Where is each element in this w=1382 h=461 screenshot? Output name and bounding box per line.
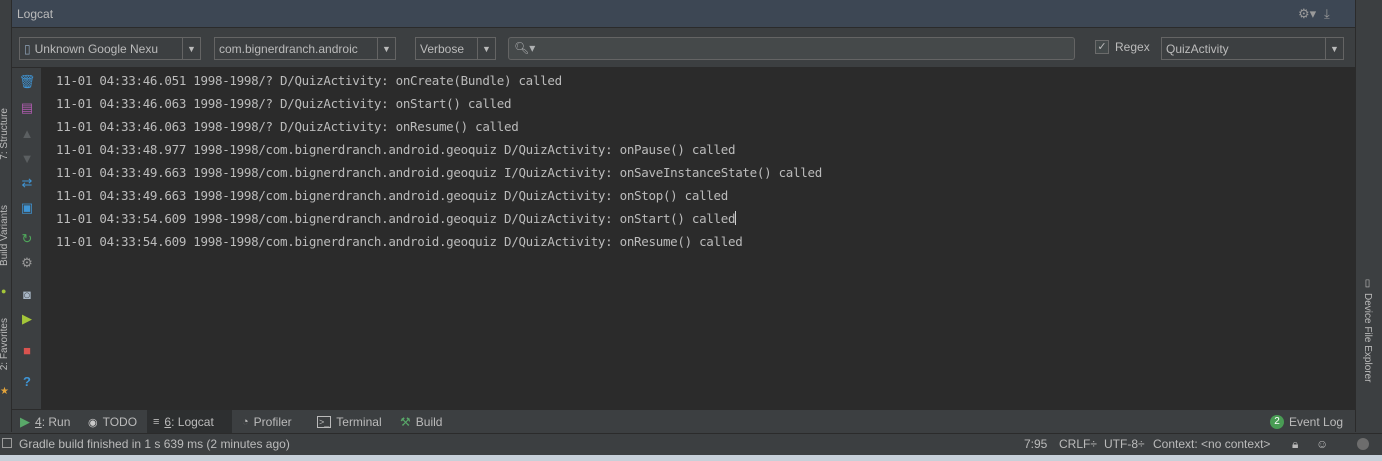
- star-icon: ★: [0, 386, 9, 397]
- device-file-explorer-label: Device File Explorer: [1362, 293, 1373, 383]
- chevron-down-icon: ▼: [377, 38, 395, 59]
- up-arrow-icon[interactable]: ▲: [18, 124, 36, 142]
- inspector-icon[interactable]: ☺: [1316, 437, 1328, 451]
- tab-run-label: 4: Run: [35, 415, 71, 429]
- filter-dropdown-value: QuizActivity: [1166, 41, 1229, 56]
- favorites-tab[interactable]: 2: Favorites: [0, 318, 10, 370]
- tab-todo-label: TODO: [102, 415, 138, 429]
- process-dropdown-value: com.bignerdranch.androic: [219, 41, 358, 56]
- logcat-toolbar: ▯ Unknown Google Nexu ▼ com.bignerdranch…: [12, 28, 1355, 68]
- log-line: 11-01 04:33:49.663 1998-1998/com.bignerd…: [56, 165, 822, 180]
- tab-event-log[interactable]: 2 Event Log: [1264, 410, 1349, 434]
- regex-toggle[interactable]: ✓ Regex: [1095, 40, 1150, 54]
- print-icon[interactable]: ▣: [18, 199, 36, 217]
- device-dropdown[interactable]: ▯ Unknown Google Nexu ▼: [19, 37, 201, 60]
- status-message[interactable]: Gradle build finished in 1 s 639 ms (2 m…: [19, 437, 290, 451]
- help-icon[interactable]: ?: [18, 372, 36, 390]
- tab-build-label: Build: [415, 415, 443, 429]
- android-icon: ●: [1, 286, 7, 296]
- logcat-header: Logcat ⚙▾ ⤓: [12, 0, 1355, 28]
- logcat-icon: ≡: [153, 416, 160, 428]
- terminal-icon: >_: [317, 416, 332, 428]
- search-icon: 🔍︎▾: [514, 41, 536, 55]
- stop-icon[interactable]: ■: [18, 341, 36, 359]
- chevron-down-icon: ▼: [182, 38, 200, 59]
- soft-wrap-icon[interactable]: ▤: [18, 99, 36, 117]
- camera-icon[interactable]: ◙: [18, 285, 36, 303]
- tab-build[interactable]: ⚒ Build: [394, 410, 448, 434]
- left-tool-strip: 7: Structure Build Variants ● 2: Favorit…: [0, 0, 12, 432]
- log-level-dropdown[interactable]: Verbose ▼: [415, 37, 496, 60]
- device-file-icon: ▯: [1362, 278, 1373, 289]
- tool-window-bar: ▶ 4: Run ◉ TODO ≡ 6: Logcat ◔ Profiler >…: [12, 409, 1355, 434]
- todo-icon: ◉: [88, 416, 98, 429]
- restart-icon[interactable]: ↻: [18, 230, 36, 248]
- logcat-actions: 🗑︎ ▤ ▲ ▼ ⇄ ▣ ↻ ⚙ ◙ ▶ ■ ?: [12, 68, 42, 409]
- context-indicator[interactable]: Context: <no context>: [1153, 437, 1270, 451]
- tool-windows-toggle-icon[interactable]: [2, 438, 12, 448]
- memory-indicator-icon[interactable]: [1357, 438, 1369, 450]
- filter-dropdown[interactable]: QuizActivity ▼: [1161, 37, 1344, 60]
- tab-todo[interactable]: ◉ TODO: [82, 410, 143, 434]
- caret-position[interactable]: 7:95: [1024, 437, 1047, 451]
- structure-tab[interactable]: 7: Structure: [0, 108, 10, 160]
- tab-logcat-label: 6: Logcat: [164, 415, 214, 429]
- tab-logcat[interactable]: ≡ 6: Logcat: [147, 410, 232, 434]
- gear-icon[interactable]: ⚙: [18, 254, 36, 272]
- down-arrow-icon[interactable]: ▼: [18, 149, 36, 167]
- log-line-with-caret: 11-01 04:33:54.609 1998-1998/com.bignerd…: [56, 211, 737, 226]
- log-line: 11-01 04:33:49.663 1998-1998/com.bignerd…: [56, 188, 728, 203]
- text-caret: [735, 211, 737, 225]
- trash-icon[interactable]: 🗑︎: [18, 73, 36, 91]
- build-icon: ⚒: [400, 415, 411, 429]
- settings-icon[interactable]: ⚙▾: [1298, 6, 1316, 22]
- tab-event-log-label: Event Log: [1289, 415, 1344, 429]
- status-bar: Gradle build finished in 1 s 639 ms (2 m…: [0, 433, 1382, 455]
- tab-profiler[interactable]: ◔ Profiler: [236, 410, 298, 434]
- build-variants-tab[interactable]: Build Variants: [0, 205, 10, 266]
- chevron-down-icon: ▼: [477, 38, 495, 59]
- device-phone-icon: ▯: [24, 41, 31, 56]
- right-tool-strip: ▯ Device File Explorer: [1355, 0, 1382, 432]
- event-log-icon: 2: [1270, 415, 1284, 429]
- panel-title: Logcat: [17, 7, 54, 21]
- tab-profiler-label: Profiler: [253, 415, 292, 429]
- log-line-text: 11-01 04:33:54.609 1998-1998/com.bignerd…: [56, 211, 736, 226]
- process-dropdown[interactable]: com.bignerdranch.androic ▼: [214, 37, 396, 60]
- chevron-down-icon: ▼: [1325, 38, 1343, 59]
- log-line: 11-01 04:33:54.609 1998-1998/com.bignerd…: [56, 234, 743, 249]
- log-line: 11-01 04:33:46.063 1998-1998/? D/QuizAct…: [56, 119, 519, 134]
- regex-label: Regex: [1115, 40, 1150, 54]
- tab-run[interactable]: ▶ 4: Run: [14, 410, 76, 434]
- filter-icon[interactable]: ⇄: [18, 174, 36, 192]
- log-level-value: Verbose: [420, 41, 465, 56]
- log-line: 11-01 04:33:46.051 1998-1998/? D/QuizAct…: [56, 73, 562, 88]
- device-file-explorer-tab[interactable]: ▯ Device File Explorer: [1362, 278, 1373, 382]
- lock-icon[interactable]: 🔒︎: [1292, 437, 1298, 452]
- line-separator[interactable]: CRLF÷: [1059, 437, 1097, 451]
- tab-terminal-label: Terminal: [336, 415, 382, 429]
- file-encoding[interactable]: UTF-8÷: [1104, 437, 1145, 451]
- screen-record-icon[interactable]: ▶: [18, 310, 36, 328]
- download-icon[interactable]: ⤓: [1324, 6, 1330, 22]
- desktop-background: [0, 455, 1382, 461]
- log-output[interactable]: 11-01 04:33:46.051 1998-1998/? D/QuizAct…: [42, 68, 1355, 409]
- profiler-icon: ◔: [242, 416, 249, 428]
- device-dropdown-value: Unknown Google Nexu: [34, 41, 159, 56]
- log-line: 11-01 04:33:48.977 1998-1998/com.bignerd…: [56, 142, 736, 157]
- run-icon: ▶: [20, 414, 30, 429]
- log-line: 11-01 04:33:46.063 1998-1998/? D/QuizAct…: [56, 96, 512, 111]
- tab-terminal[interactable]: >_ Terminal: [311, 410, 388, 434]
- search-input[interactable]: 🔍︎▾: [508, 37, 1075, 60]
- regex-checkbox[interactable]: ✓: [1095, 40, 1109, 54]
